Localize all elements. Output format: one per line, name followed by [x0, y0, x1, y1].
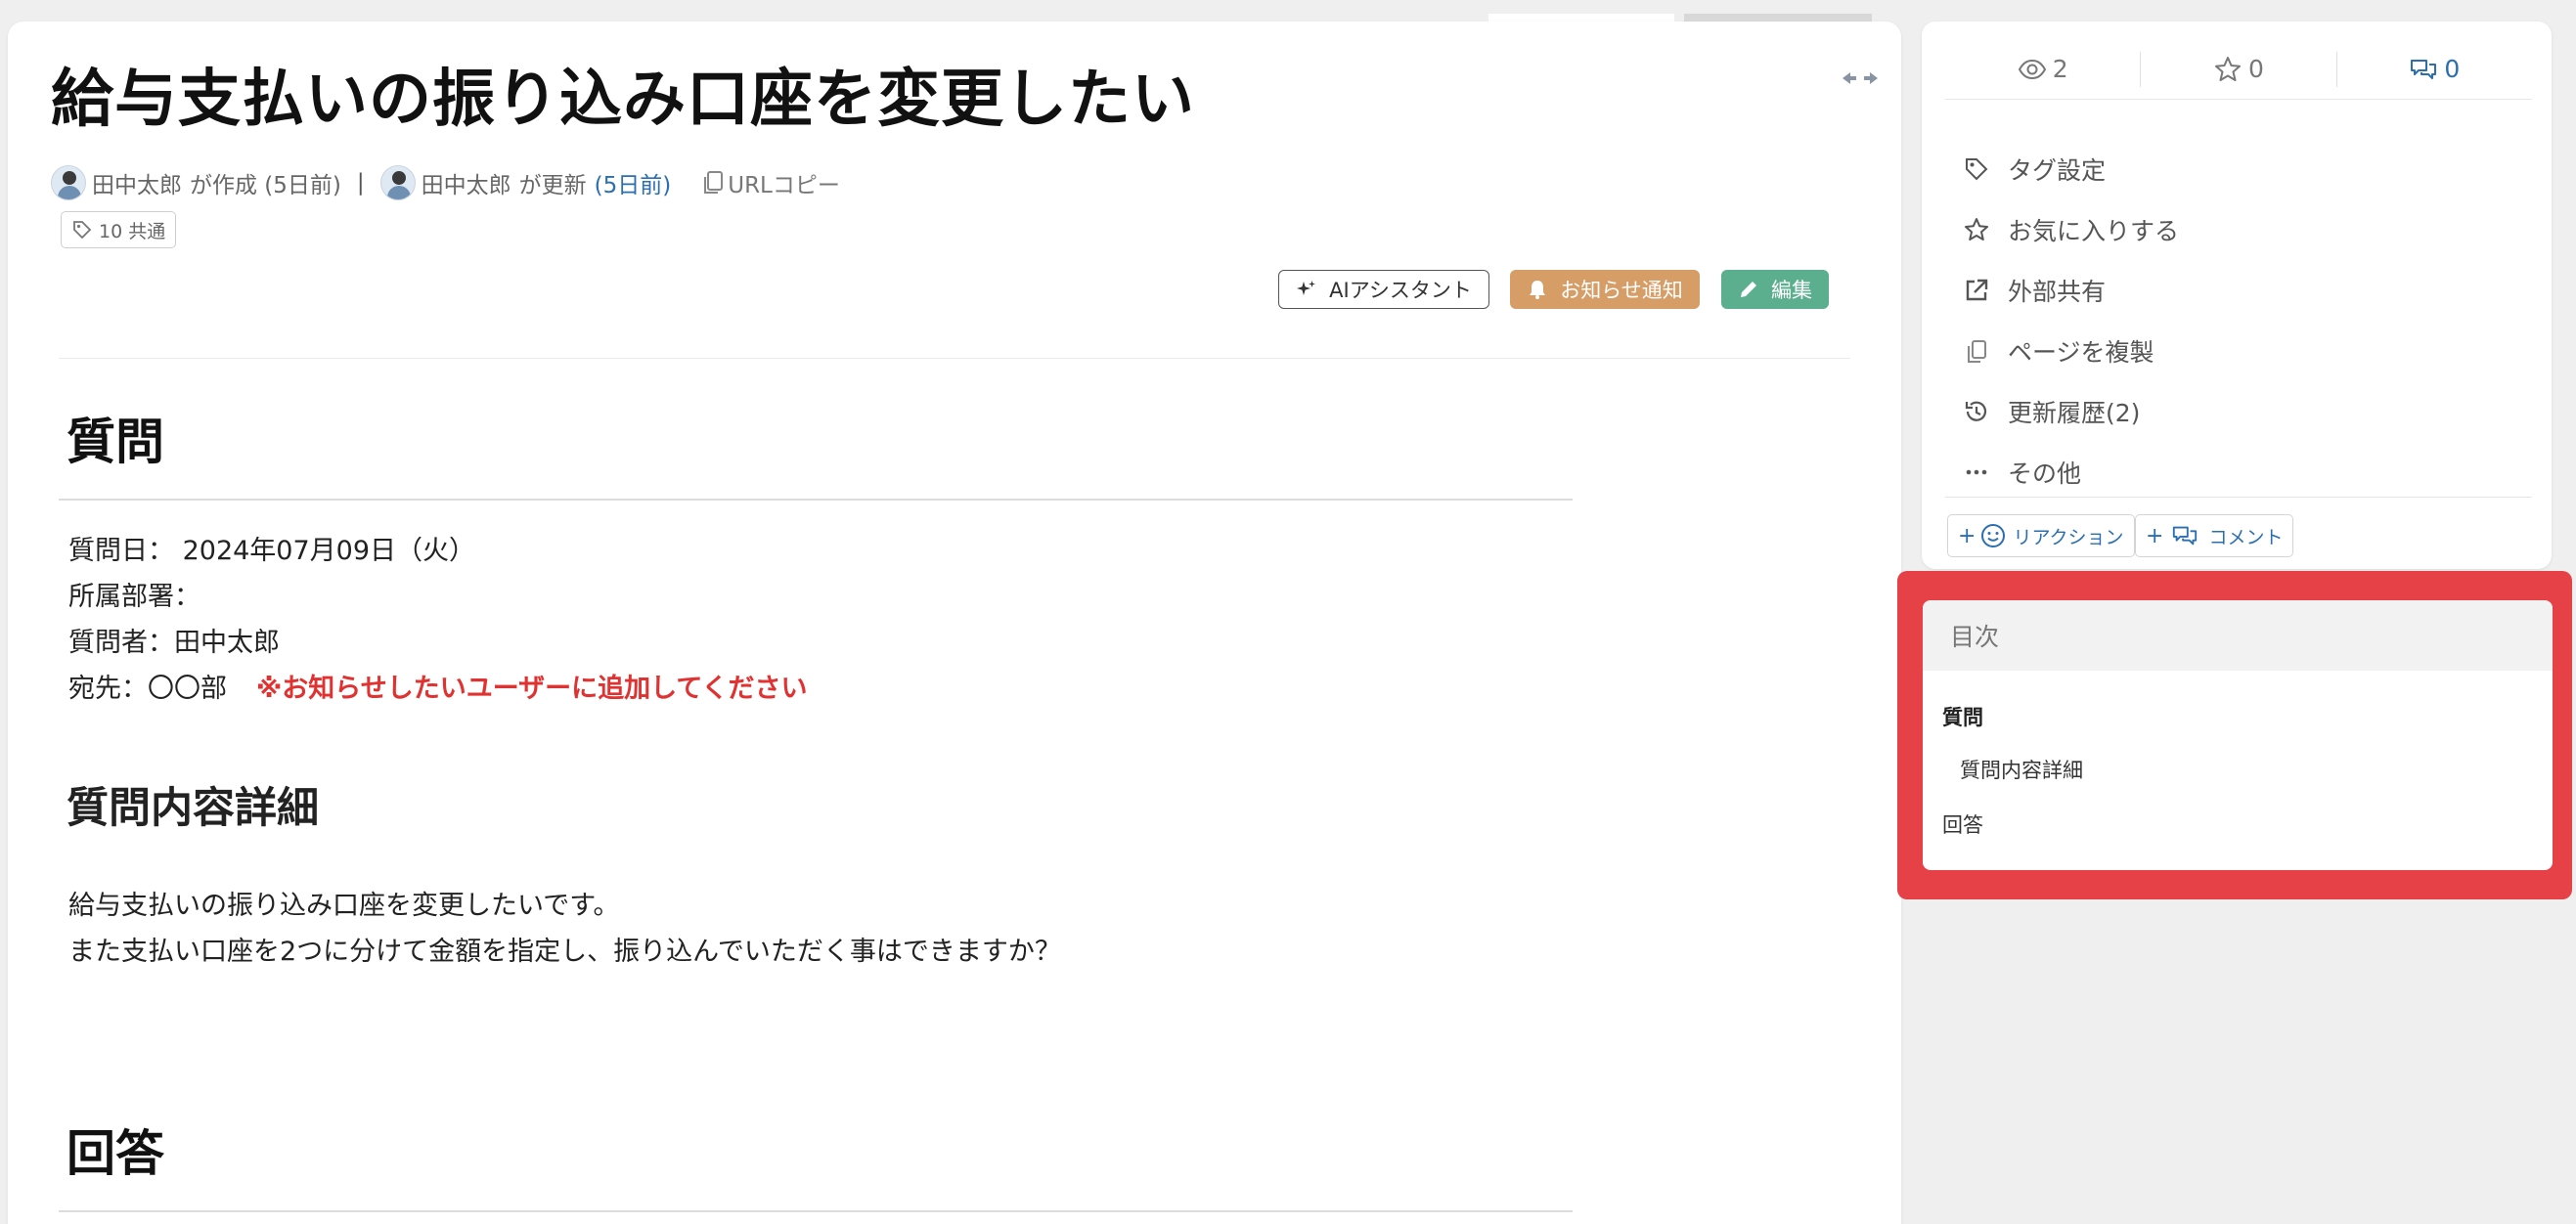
plus-icon: + [2146, 523, 2164, 548]
section-heading-detail: 質問内容詳細 [67, 784, 319, 833]
menu-item-history[interactable]: 更新履歴(2) [1963, 381, 2179, 442]
comment-label: コメント [2208, 526, 2284, 548]
page-actions-panel: 2 0 0 タグ設定 お気に入りする 外部共有 ページを複製 更新履歴(2) そ… [1922, 22, 2552, 569]
question-date-line: 質問日： 2024年07月09日（火） [68, 536, 476, 566]
menu-item-duplicate[interactable]: ページを複製 [1963, 321, 2179, 381]
created-text: が作成 (5日前) [190, 173, 341, 198]
star-icon [2215, 56, 2242, 81]
department-line: 所属部署： [68, 582, 200, 612]
url-copy-label: URLコピー [728, 173, 840, 198]
menu-item-more[interactable]: その他 [1963, 442, 2179, 503]
toc-item-question[interactable]: 質問 [1942, 702, 1983, 731]
sparkle-icon [1297, 281, 1316, 295]
menu-item-tag-settings[interactable]: タグ設定 [1963, 139, 2179, 199]
menu-item-label: タグ設定 [2008, 156, 2107, 185]
notify-label: お知らせ通知 [1560, 279, 1683, 302]
page-title: 給与支払いの振り込み口座を変更したい [51, 64, 1195, 136]
comments-icon [2411, 59, 2437, 79]
reaction-label: リアクション [2013, 526, 2124, 548]
add-comment-button[interactable]: + コメント [2135, 514, 2294, 557]
copy-icon [1968, 340, 1986, 363]
edit-button[interactable]: 編集 [1721, 270, 1829, 309]
menu-item-favorite[interactable]: お気に入りする [1963, 199, 2179, 260]
table-of-contents: 目次 質問 質問内容詳細 回答 [1923, 600, 2553, 870]
detail-line-2: また支払い口座を2つに分けて金額を指定し、振り込んでいただく事はできますか？ [68, 937, 1061, 967]
notify-button[interactable]: お知らせ通知 [1510, 270, 1700, 309]
section-heading-question: 質問 [67, 414, 164, 470]
top-tab-strip [1488, 14, 1674, 22]
bell-icon [1530, 281, 1546, 299]
edit-label: 編集 [1771, 279, 1812, 302]
eye-icon [2018, 59, 2046, 79]
toc-title: 目次 [1923, 600, 2553, 671]
top-tab-strip-inactive [1684, 14, 1872, 22]
star-count[interactable]: 0 [2141, 55, 2335, 84]
star-count-value: 0 [2248, 55, 2264, 83]
tag-chip[interactable]: 10 共通 [61, 211, 177, 248]
plus-icon: + [1958, 523, 1976, 548]
ai-assistant-label: AIアシスタント [1329, 279, 1472, 302]
toc-item-detail[interactable]: 質問内容詳細 [1960, 755, 2083, 784]
updated-text: が更新 [518, 173, 587, 198]
updated-time-link[interactable]: (5日前) [595, 166, 672, 199]
external-link-icon [1966, 279, 1988, 301]
menu-item-label: お気に入りする [2008, 217, 2180, 245]
url-copy-button[interactable]: URLコピー [700, 166, 840, 199]
section-heading-answer: 回答 [67, 1125, 164, 1182]
comments-icon [2173, 526, 2198, 546]
comment-count[interactable]: 0 [2337, 55, 2532, 84]
pencil-icon [1741, 282, 1756, 297]
expand-width-icon[interactable] [1839, 66, 1882, 90]
menu-item-label: 外部共有 [2008, 278, 2107, 306]
recipient-text: 宛先：〇〇部 [68, 674, 227, 704]
questioner-line: 質問者：田中太郎 [68, 628, 280, 658]
menu-item-label: その他 [2008, 459, 2082, 488]
view-count-value: 2 [2052, 55, 2068, 83]
menu-item-external-share[interactable]: 外部共有 [1963, 260, 2179, 321]
star-icon [1965, 218, 1988, 240]
view-count: 2 [1945, 55, 2140, 84]
history-icon [1965, 401, 1987, 421]
warning-note: ※お知らせしたいユーザーに追加してください [256, 674, 808, 704]
toc-item-answer[interactable]: 回答 [1942, 809, 1983, 839]
more-icon [1966, 469, 1987, 475]
sidebar-divider [1945, 497, 2532, 498]
article-panel [8, 22, 1901, 1224]
tag-label: 10 共通 [99, 220, 166, 242]
updater-avatar[interactable] [379, 165, 416, 200]
page-stats: 2 0 0 [1945, 39, 2532, 100]
heading-rule-answer [59, 1210, 1573, 1212]
page-meta: 田中太郎 が作成 (5日前) | 田中太郎 が更新 (5日前) URLコピー [51, 164, 840, 201]
meta-separator: | [356, 170, 365, 196]
updater-name[interactable]: 田中太郎 [422, 166, 511, 199]
ai-assistant-button[interactable]: AIアシスタント [1278, 270, 1489, 309]
tag-icon [1966, 158, 1988, 181]
menu-item-label: 更新履歴(2) [2008, 399, 2141, 427]
page-actions-menu: タグ設定 お気に入りする 外部共有 ページを複製 更新履歴(2) その他 [1963, 139, 2179, 503]
comment-count-value: 0 [2444, 55, 2461, 83]
tag-icon [73, 221, 92, 240]
creator-name[interactable]: 田中太郎 [92, 166, 182, 199]
smile-icon [1981, 524, 2006, 547]
heading-rule [59, 499, 1573, 501]
header-divider [59, 358, 1850, 359]
recipient-line: 宛先：〇〇部 ※お知らせしたいユーザーに追加してください [68, 666, 808, 712]
menu-item-label: ページを複製 [2008, 338, 2154, 367]
creator-avatar[interactable] [51, 165, 86, 200]
copy-icon [704, 171, 724, 194]
add-reaction-button[interactable]: + リアクション [1947, 514, 2135, 557]
detail-line-1: 給与支払いの振り込み口座を変更したいです。 [68, 891, 620, 921]
